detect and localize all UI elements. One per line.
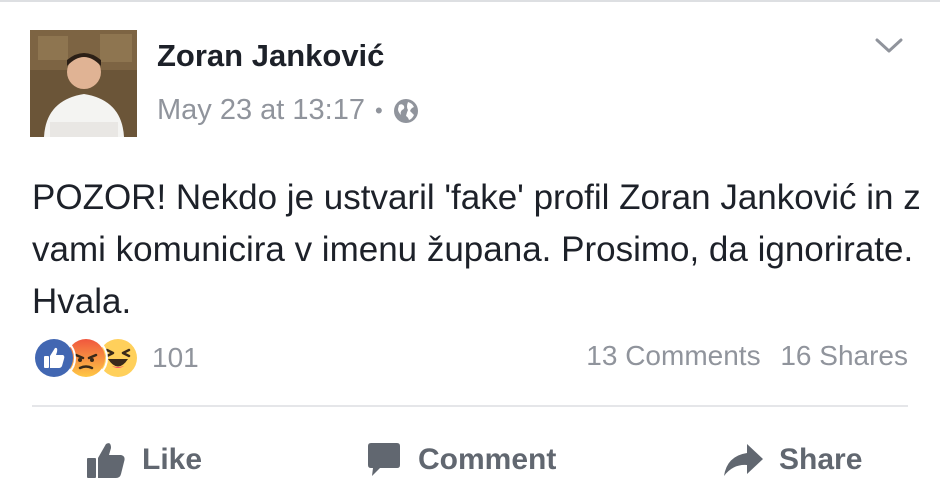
post-text: POZOR! Nekdo je ustvaril 'fake' profil Z… <box>32 178 921 321</box>
reaction-count[interactable]: 101 <box>152 342 199 374</box>
like-reaction-icon <box>32 336 76 380</box>
like-label: Like <box>142 443 203 476</box>
comment-icon <box>368 443 400 476</box>
comments-count[interactable]: 13 Comments <box>586 340 760 371</box>
share-icon <box>724 444 763 476</box>
share-button[interactable]: Share <box>721 430 862 490</box>
post-meta: May 23 at 13:17 • <box>157 94 419 127</box>
chevron-down-icon[interactable] <box>874 36 904 56</box>
top-border <box>0 0 940 2</box>
avatar-image <box>30 30 137 137</box>
post-timestamp[interactable]: May 23 at 13:17 <box>157 94 365 127</box>
comment-label: Comment <box>418 443 557 476</box>
like-button[interactable]: Like <box>84 430 202 490</box>
engagement-stats: 13 Comments 16 Shares <box>586 340 908 372</box>
reactions-summary[interactable]: 101 <box>32 336 199 380</box>
action-bar: Like Comment Share <box>0 430 940 490</box>
thumbs-up-icon <box>87 443 125 478</box>
meta-separator: • <box>374 97 383 123</box>
shares-count[interactable]: 16 Shares <box>780 340 908 371</box>
avatar[interactable] <box>30 30 137 137</box>
share-label: Share <box>779 443 863 476</box>
comment-button[interactable]: Comment <box>364 430 556 490</box>
action-divider <box>32 405 908 407</box>
globe-icon[interactable] <box>393 98 419 124</box>
author-name[interactable]: Zoran Janković <box>157 38 384 74</box>
